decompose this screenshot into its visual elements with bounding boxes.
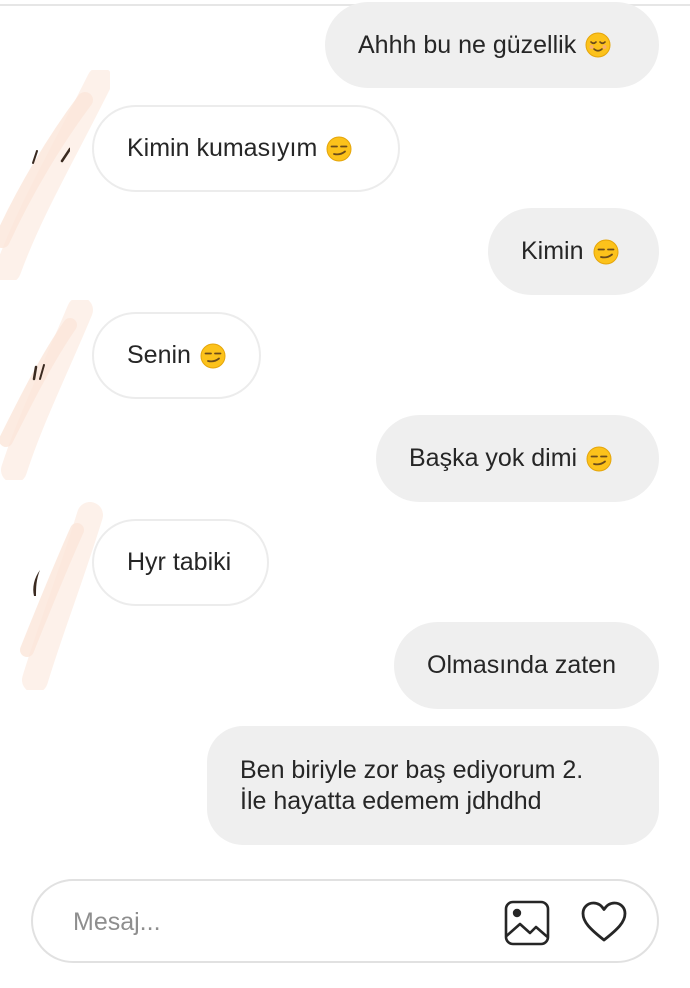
- message-bubble-outgoing[interactable]: Ahhh bu ne güzellik: [325, 2, 659, 88]
- message-text: Kimin: [521, 237, 584, 265]
- message-bubble-incoming[interactable]: Hyr tabiki: [92, 519, 269, 606]
- like-button[interactable]: [580, 899, 628, 947]
- smirking-face-icon: [586, 446, 612, 471]
- message-text: Ahhh bu ne güzellik: [358, 30, 577, 59]
- smirking-face-icon: [326, 136, 352, 161]
- message-line: Ben biriyle zor baş ediyorum 2.: [240, 755, 584, 784]
- heart-icon: [581, 901, 627, 942]
- message-bubble-outgoing[interactable]: Olmasında zaten: [394, 622, 659, 709]
- message-bubble-outgoing[interactable]: Ben biriyle zor baş ediyorum 2. İle haya…: [207, 726, 659, 845]
- message-text: Kimin kumasıyım: [127, 134, 318, 162]
- message-text: Ben biriyle zor baş ediyorum 2. İle haya…: [240, 755, 583, 817]
- message-bubble-incoming[interactable]: Senin: [92, 312, 261, 399]
- avatar-redaction: [0, 70, 110, 280]
- message-input[interactable]: [71, 899, 495, 945]
- relieved-face-icon: [585, 32, 611, 58]
- message-bubble-outgoing[interactable]: Kimin: [488, 208, 659, 295]
- smirking-face-icon: [200, 343, 226, 368]
- message-text: Senin: [127, 341, 191, 369]
- image-gallery-icon: [504, 900, 550, 946]
- avatar-redaction: [0, 300, 93, 480]
- message-bubble-incoming[interactable]: Kimin kumasıyım: [92, 105, 400, 192]
- message-text: Hyr tabiki: [127, 548, 232, 576]
- message-composer: [31, 879, 659, 963]
- smirking-face-icon: [593, 239, 619, 264]
- sender-avatar[interactable]: [28, 560, 68, 600]
- message-text: Başka yok dimi: [409, 444, 578, 472]
- sender-avatar[interactable]: [30, 345, 70, 385]
- sender-avatar[interactable]: [30, 135, 70, 175]
- gallery-button[interactable]: [503, 899, 551, 947]
- message-line: İle hayatta edemem jdhdhd: [240, 786, 542, 815]
- message-text: Olmasında zaten: [427, 651, 616, 679]
- message-bubble-outgoing[interactable]: Başka yok dimi: [376, 415, 659, 502]
